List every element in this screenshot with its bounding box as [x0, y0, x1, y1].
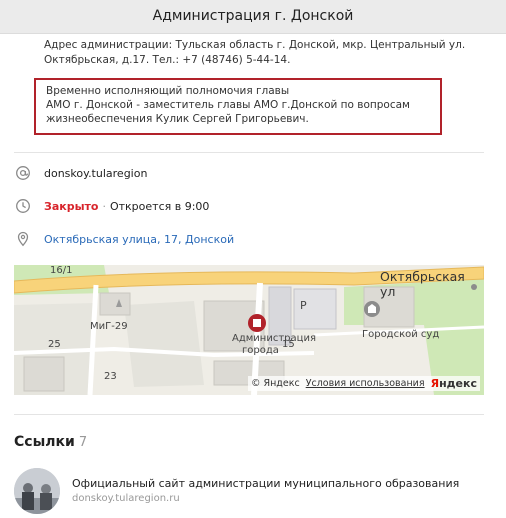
separator-dot: · [102, 199, 106, 213]
window-header: Администрация г. Донской [0, 0, 506, 34]
avatar [14, 468, 60, 514]
links-title-text: Ссылки [14, 434, 75, 450]
hours-row[interactable]: Закрыто · Откроется в 9:00 [14, 196, 209, 216]
address-link[interactable]: Октябрьская улица, 17, Донской [44, 233, 234, 246]
opening-time: Откроется в 9:00 [109, 199, 210, 213]
map-house-16-1: 16/1 [50, 265, 73, 276]
map-terms-link[interactable]: Условия использования [306, 378, 425, 389]
map-view[interactable]: Октябрьская ул 16/1 25 23 15 МиГ-29 Адми… [14, 265, 484, 395]
map-house-25: 25 [48, 339, 61, 350]
website-row[interactable]: donskoy.tularegion [14, 163, 147, 183]
map-house-23: 23 [104, 371, 117, 382]
map-street-label: Октябрьская ул [380, 269, 465, 299]
address-info: Адрес администрации: Тульская область г.… [44, 38, 484, 68]
at-icon [14, 164, 32, 182]
divider [14, 414, 484, 415]
map-copyright: © Яндекс [250, 378, 300, 389]
page-title: Администрация г. Донской [152, 8, 354, 24]
map-monument-label: МиГ-29 [90, 321, 128, 332]
website-link[interactable]: donskoy.tularegion [44, 167, 147, 180]
address-line-1: Адрес администрации: Тульская область г.… [44, 39, 466, 51]
notice-line-1: Временно исполняющий полномочия главы [46, 85, 290, 97]
clock-icon [14, 197, 32, 215]
links-count: 7 [78, 435, 88, 450]
map-attribution: © Яндекс Условия использования Яндекс [247, 376, 480, 391]
notice-line-2: АМО г. Донской - заместитель главы АМО г… [46, 99, 410, 111]
location-pin-icon [14, 230, 32, 248]
map-building-label-2: города [242, 345, 279, 356]
address-line-2: Октябрьская, д.17. Тел.: +7 (48746) 5-44… [44, 54, 291, 66]
link-url[interactable]: donskoy.tularegion.ru [72, 493, 180, 504]
map-parking-label: P [300, 299, 307, 312]
divider [14, 152, 484, 153]
yandex-logo: Яндекс [430, 377, 477, 390]
highlighted-notice: Временно исполняющий полномочия главы АМ… [34, 78, 442, 135]
notice-line-3: жизнеобеспечения Кулик Сергей Григорьеви… [46, 113, 309, 125]
map-court-label: Городской суд [362, 329, 440, 340]
status-closed: Закрыто [44, 199, 99, 213]
link-title[interactable]: Официальный сайт администрации муниципал… [72, 477, 459, 490]
map-building-label-1: Администрация [232, 333, 316, 344]
links-section-title: Ссылки 7 [14, 434, 87, 450]
address-row[interactable]: Октябрьская улица, 17, Донской [14, 229, 234, 249]
link-item[interactable]: Официальный сайт администрации муниципал… [14, 468, 484, 516]
